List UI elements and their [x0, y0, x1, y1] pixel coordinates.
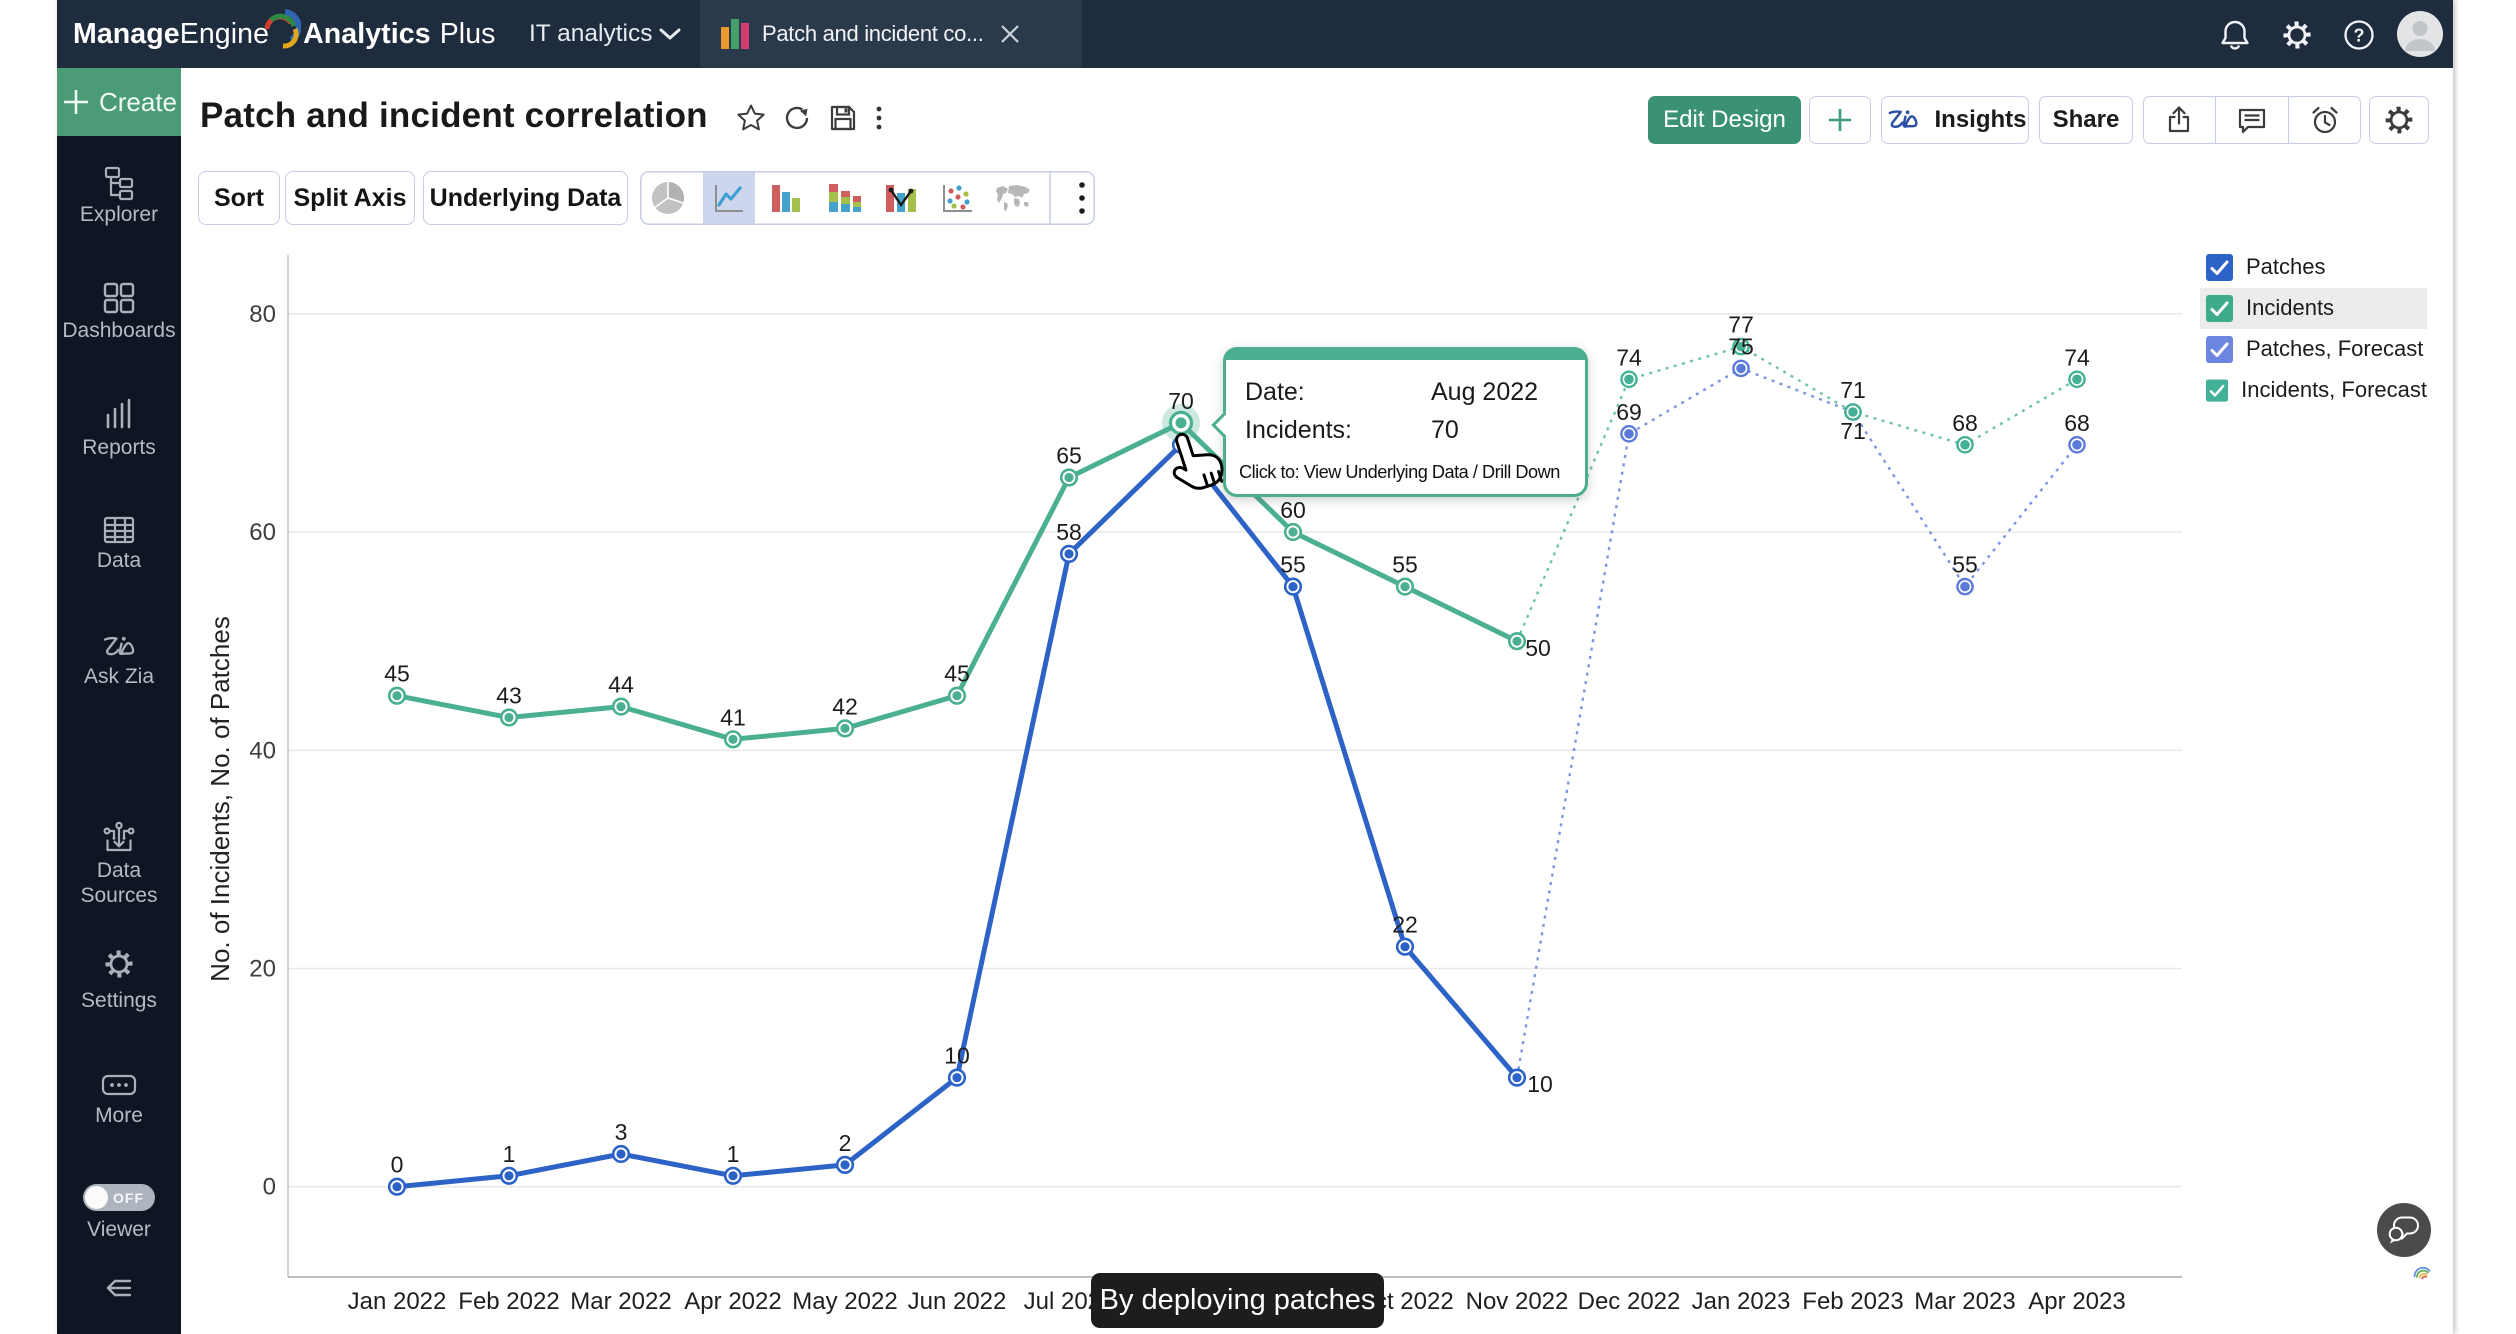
svg-text:70: 70 — [1168, 388, 1194, 414]
svg-text:55: 55 — [1392, 552, 1418, 578]
svg-text:1: 1 — [727, 1141, 740, 1167]
svg-text:Dec 2022: Dec 2022 — [1578, 1288, 1681, 1315]
svg-text:50: 50 — [1525, 635, 1551, 661]
svg-text:Jan 2023: Jan 2023 — [1692, 1288, 1791, 1315]
svg-text:Mar 2023: Mar 2023 — [1914, 1288, 2015, 1315]
svg-text:44: 44 — [608, 672, 634, 698]
svg-text:42: 42 — [832, 693, 858, 719]
svg-text:41: 41 — [720, 704, 746, 730]
svg-text:68: 68 — [1952, 410, 1978, 436]
svg-text:Feb 2023: Feb 2023 — [1802, 1288, 1903, 1315]
svg-text:71: 71 — [1840, 418, 1866, 444]
svg-text:Mar 2022: Mar 2022 — [570, 1288, 671, 1315]
svg-text:60: 60 — [249, 519, 276, 546]
svg-text:1: 1 — [503, 1141, 516, 1167]
svg-text:Feb 2022: Feb 2022 — [458, 1288, 559, 1315]
svg-text:74: 74 — [2064, 344, 2090, 370]
svg-text:45: 45 — [384, 661, 410, 687]
svg-text:2: 2 — [839, 1130, 852, 1156]
svg-text:45: 45 — [944, 661, 970, 687]
svg-text:0: 0 — [391, 1152, 404, 1178]
svg-text:Apr 2023: Apr 2023 — [2028, 1288, 2125, 1315]
svg-text:20: 20 — [249, 956, 276, 983]
svg-text:65: 65 — [1056, 443, 1082, 469]
svg-text:40: 40 — [249, 737, 276, 764]
svg-text:80: 80 — [249, 301, 276, 328]
svg-text:10: 10 — [944, 1043, 970, 1069]
svg-text:Jun 2022: Jun 2022 — [908, 1288, 1007, 1315]
svg-text:3: 3 — [615, 1119, 628, 1145]
svg-text:Nov 2022: Nov 2022 — [1466, 1288, 1569, 1315]
svg-text:May 2022: May 2022 — [792, 1288, 897, 1315]
svg-text:75: 75 — [1728, 333, 1754, 359]
svg-text:71: 71 — [1840, 377, 1866, 403]
svg-text:22: 22 — [1392, 912, 1418, 938]
svg-text:No. of Incidents, No. of Patch: No. of Incidents, No. of Patches — [205, 616, 235, 982]
svg-text:69: 69 — [1616, 399, 1642, 425]
svg-text:10: 10 — [1527, 1071, 1553, 1097]
svg-text:Jan 2022: Jan 2022 — [348, 1288, 447, 1315]
svg-text:60: 60 — [1280, 497, 1306, 523]
svg-text:43: 43 — [496, 683, 522, 709]
svg-text:Apr 2022: Apr 2022 — [684, 1288, 781, 1315]
svg-text:68: 68 — [2064, 410, 2090, 436]
svg-text:55: 55 — [1952, 552, 1978, 578]
svg-text:74: 74 — [1616, 344, 1642, 370]
svg-text:0: 0 — [263, 1174, 276, 1201]
svg-text:58: 58 — [1056, 519, 1082, 545]
svg-text:55: 55 — [1280, 552, 1306, 578]
